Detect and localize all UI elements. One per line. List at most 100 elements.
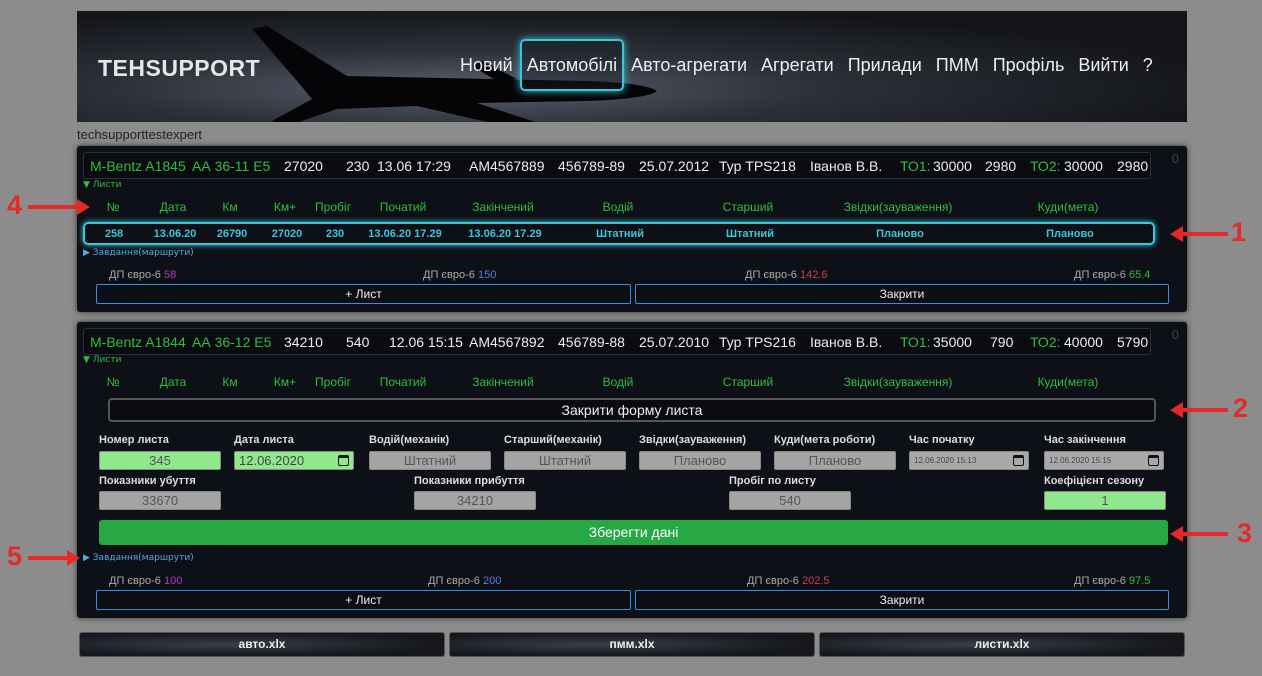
car-model: M-Bentz A1844	[90, 334, 186, 350]
label-sheet-number: Номер листа	[99, 434, 169, 446]
tasks-toggle[interactable]: ▶ Завдання(маршрути)	[83, 248, 194, 258]
cell-number: 258	[104, 228, 124, 240]
car-value: 540	[346, 334, 370, 350]
fuel-stat-4: ДП євро-6 97.5	[1074, 575, 1151, 587]
to1-rest: 2980	[985, 158, 1017, 174]
nav-devices[interactable]: Прилади	[841, 39, 929, 91]
main-nav: Новий Автомобілі Авто-агрегати Агрегати …	[453, 39, 1160, 91]
col-number: №	[106, 200, 120, 214]
col-mileage: Пробіг	[315, 375, 351, 389]
fuel-stat-4: ДП євро-6 65.4	[1074, 269, 1151, 281]
current-user: techsupporttestexpert	[77, 127, 203, 142]
nav-cars[interactable]: Автомобілі	[519, 39, 625, 91]
nav-new[interactable]: Новий	[453, 39, 520, 91]
to2-rest: 2980	[1117, 158, 1149, 174]
export-sheets-button[interactable]: листи.xlx	[819, 632, 1185, 657]
nav-logout[interactable]: Вийти	[1071, 39, 1135, 91]
car-km: 34210	[284, 334, 323, 350]
end-time-input[interactable]: 12.06.2020 15:15	[1044, 451, 1164, 470]
save-button[interactable]: Зберегти дані	[99, 520, 1168, 545]
label-sheet-mileage: Пробіг по листу	[729, 475, 816, 487]
car-km: 27020	[284, 158, 323, 174]
from-input[interactable]: Планово	[639, 451, 761, 470]
car-datetime: 13.06 17:29	[377, 158, 451, 174]
sheet-number-input[interactable]: 345	[99, 451, 221, 470]
cell-from: Планово	[876, 228, 924, 240]
annotation-label-1: 1	[1231, 217, 1247, 247]
nav-help[interactable]: ?	[1136, 39, 1160, 91]
nav-profile[interactable]: Профіль	[986, 39, 1072, 91]
sheets-toggle[interactable]: ▼ Листи	[83, 355, 121, 365]
fuel-stat-3: ДП євро-6 142.6	[745, 269, 828, 281]
export-cars-button[interactable]: авто.xlx	[79, 632, 445, 657]
senior-input[interactable]: Штатний	[504, 451, 626, 470]
sheets-toggle[interactable]: ▼ Листи	[83, 180, 121, 190]
sheet-date-input[interactable]: 12.06.2020	[234, 451, 354, 470]
label-sheet-date: Дата листа	[234, 434, 294, 446]
add-sheet-button[interactable]: + Лист	[96, 590, 631, 610]
col-driver: Водій	[602, 200, 634, 214]
cell-date: 13.06.20	[153, 228, 197, 240]
calendar-icon[interactable]	[1148, 455, 1159, 466]
car-summary-bar[interactable]: M-Bentz A1844 АА 36-12 Е5 34210 540 12.0…	[83, 328, 1151, 355]
to1-label: ТО1:	[900, 334, 931, 350]
car-driver: Іванов В.В.	[810, 334, 883, 350]
car-plate: АА 36-11 Е5	[192, 158, 271, 174]
nav-units[interactable]: Агрегати	[754, 39, 841, 91]
departure-reading-input[interactable]: 33670	[99, 491, 221, 510]
annotation-label-5: 5	[7, 541, 23, 571]
col-km-plus: Км+	[273, 200, 297, 214]
start-time-input[interactable]: 12.06.2020 15:13	[909, 451, 1029, 470]
close-button[interactable]: Закрити	[635, 284, 1169, 304]
cell-started: 13.06.20 17.29	[368, 228, 442, 240]
export-fuel-button[interactable]: пмм.xlx	[449, 632, 815, 657]
car-number: 456789-89	[558, 158, 625, 174]
cell-km-plus: 27020	[271, 228, 303, 240]
nav-fuel[interactable]: ПММ	[929, 39, 986, 91]
to2-label: ТО2:	[1030, 334, 1061, 350]
add-sheet-button[interactable]: + Лист	[96, 284, 631, 304]
to-input[interactable]: Планово	[774, 451, 896, 470]
annotation-label-2: 2	[1233, 393, 1249, 423]
calendar-icon[interactable]	[1013, 455, 1024, 466]
label-start-time: Час початку	[909, 434, 975, 446]
to2-rest: 5790	[1117, 334, 1149, 350]
sheet-mileage-input[interactable]: 540	[729, 491, 851, 510]
label-from: Звідки(зауваження)	[639, 434, 747, 446]
app-logo[interactable]: TEHSUPPORT	[98, 55, 260, 82]
label-end-time: Час закінчення	[1044, 434, 1126, 446]
sheet-row-selected[interactable]: 258 13.06.20 26790 27020 230 13.06.20 17…	[83, 222, 1155, 245]
col-started: Початий	[379, 200, 427, 214]
car-date: 25.07.2012	[639, 158, 710, 174]
calendar-icon[interactable]	[338, 455, 349, 466]
col-km: Км	[222, 200, 238, 214]
nav-auto-units[interactable]: Авто-агрегати	[624, 39, 754, 91]
to1-label: ТО1:	[900, 158, 931, 174]
car-summary-bar[interactable]: M-Bentz A1845 АА 36-11 Е5 27020 230 13.0…	[83, 152, 1151, 179]
label-departure-reading: Показники убуття	[99, 475, 196, 487]
car-driver: Іванов В.В.	[810, 158, 883, 174]
fuel-stat-2: ДП євро-6 150	[423, 269, 497, 281]
close-form-button[interactable]: Закрити форму листа	[108, 398, 1156, 422]
annotation-arrow-3	[1170, 526, 1228, 542]
col-km-plus: Км+	[273, 375, 297, 389]
col-number: №	[106, 375, 120, 389]
fuel-stat-3: ДП євро-6 202.5	[747, 575, 830, 587]
season-coef-input[interactable]: 1	[1044, 491, 1166, 510]
col-senior: Старший	[722, 200, 774, 214]
to2-value: 30000	[1064, 158, 1103, 174]
tasks-toggle[interactable]: ▶ Завдання(маршрути)	[83, 553, 194, 563]
cell-driver: Штатний	[595, 228, 645, 240]
arrival-reading-input[interactable]: 34210	[414, 491, 536, 510]
sheet-date-value: 12.06.2020	[239, 453, 305, 468]
cell-km: 26790	[216, 228, 248, 240]
start-time-value: 12.06.2020 15:13	[914, 456, 977, 465]
driver-input[interactable]: Штатний	[369, 451, 491, 470]
fuel-stat-1: ДП євро-6 100	[109, 575, 183, 587]
label-to: Куди(мета роботи)	[774, 434, 876, 446]
close-button[interactable]: Закрити	[635, 590, 1169, 610]
sheets-table-header: № Дата Км Км+ Пробіг Початий Закінчений …	[77, 375, 1187, 391]
car-datetime: 12.06 15:15	[389, 334, 463, 350]
annotation-label-3: 3	[1237, 518, 1253, 548]
label-senior: Старший(механік)	[504, 434, 602, 446]
